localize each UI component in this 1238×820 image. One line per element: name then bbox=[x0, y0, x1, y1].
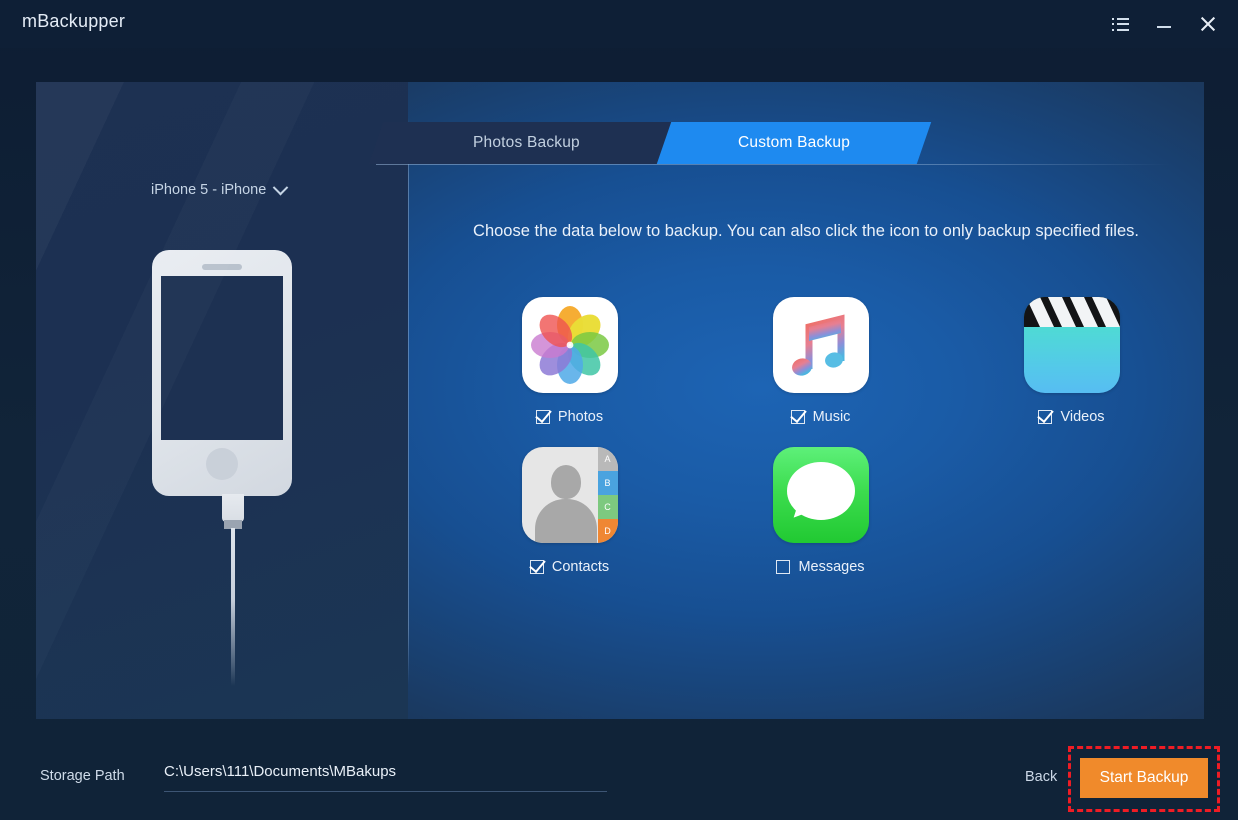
device-selector-label: iPhone 5 - iPhone bbox=[151, 182, 267, 198]
photos-icon[interactable] bbox=[521, 297, 618, 393]
backup-item-grid: Photos Music Videos A B C D Contacts Mes… bbox=[444, 297, 1204, 575]
checkbox-videos-box bbox=[1038, 410, 1053, 424]
backup-item-music: Music bbox=[695, 297, 946, 425]
videos-icon[interactable] bbox=[1023, 297, 1120, 393]
start-backup-button[interactable]: Start Backup bbox=[1080, 758, 1208, 798]
checkbox-contacts-box bbox=[529, 560, 544, 574]
checkbox-messages-label: Messages bbox=[798, 559, 865, 575]
tab-photos-backup[interactable]: Photos Backup bbox=[368, 122, 684, 164]
vertical-divider bbox=[408, 118, 409, 685]
checkbox-music-box bbox=[790, 410, 805, 424]
phone-speaker bbox=[202, 264, 242, 270]
photos-icon-pinwheel bbox=[530, 306, 609, 384]
device-column: iPhone 5 - iPhone bbox=[36, 82, 408, 719]
contacts-tab-b: B bbox=[597, 471, 618, 495]
checkbox-music[interactable]: Music bbox=[790, 409, 851, 425]
close-button[interactable] bbox=[1186, 0, 1230, 48]
contacts-icon-alpha-tabs: A B C D bbox=[597, 447, 618, 543]
clapper-stripes bbox=[1023, 297, 1120, 327]
iphone-illustration bbox=[152, 250, 292, 496]
minimize-button[interactable] bbox=[1142, 0, 1186, 48]
instruction-text: Choose the data below to backup. You can… bbox=[473, 222, 1139, 240]
phone-screen bbox=[161, 276, 283, 440]
tab-underline bbox=[376, 164, 1170, 165]
contacts-icon[interactable]: A B C D bbox=[521, 447, 618, 543]
cable-connector bbox=[222, 494, 244, 522]
tab-custom-backup[interactable]: Custom Backup bbox=[656, 122, 932, 164]
contacts-icon-head bbox=[550, 465, 581, 499]
checkbox-videos-label: Videos bbox=[1060, 409, 1105, 425]
minimize-icon bbox=[1157, 26, 1171, 28]
title-bar: mBackupper bbox=[0, 0, 1238, 48]
checkbox-photos-box bbox=[535, 410, 550, 424]
device-selector[interactable]: iPhone 5 - iPhone bbox=[151, 179, 289, 198]
tab-photos-backup-label: Photos Backup bbox=[472, 134, 580, 151]
app-title: mBackupper bbox=[22, 11, 126, 31]
tab-custom-backup-label: Custom Backup bbox=[737, 134, 850, 151]
messages-icon[interactable] bbox=[772, 447, 869, 543]
contacts-icon-body bbox=[534, 499, 597, 543]
checkbox-messages[interactable]: Messages bbox=[776, 559, 865, 575]
storage-path-value: C:\Users\111\Documents\MBakups bbox=[164, 763, 397, 780]
backup-item-photos: Photos bbox=[444, 297, 695, 425]
backup-item-videos: Videos bbox=[946, 297, 1197, 425]
app-window: mBackupper iPhone 5 - iPhone Photos Back… bbox=[0, 0, 1238, 820]
checkbox-contacts-label: Contacts bbox=[551, 559, 610, 575]
cable-wire bbox=[231, 528, 235, 686]
grid-row: A B C D Contacts Messages bbox=[444, 447, 1204, 575]
contacts-tab-a: A bbox=[597, 447, 618, 471]
checkbox-messages-box bbox=[776, 560, 791, 574]
close-icon bbox=[1200, 16, 1216, 32]
grid-spacer bbox=[946, 447, 1197, 575]
main-panel: iPhone 5 - iPhone Photos Backup Custom B… bbox=[36, 82, 1204, 719]
storage-path-label: Storage Path bbox=[40, 768, 125, 784]
storage-path-input[interactable]: C:\Users\111\Documents\MBakups bbox=[164, 763, 607, 792]
videos-icon-clapper bbox=[1023, 297, 1120, 327]
checkbox-contacts[interactable]: Contacts bbox=[529, 559, 610, 575]
tab-bar: Photos Backup Custom Backup bbox=[36, 82, 1204, 165]
contacts-tab-c: C bbox=[597, 495, 618, 519]
back-button[interactable]: Back bbox=[1025, 769, 1057, 785]
contacts-tab-d: D bbox=[597, 519, 618, 543]
menu-icon[interactable] bbox=[1098, 0, 1142, 48]
phone-home-button bbox=[206, 448, 238, 480]
checkbox-photos-label: Photos bbox=[557, 409, 604, 425]
checkbox-photos[interactable]: Photos bbox=[535, 409, 604, 425]
bottom-bar: Storage Path C:\Users\111\Documents\MBak… bbox=[0, 719, 1238, 820]
music-icon-note bbox=[791, 314, 844, 376]
backup-item-messages: Messages bbox=[695, 447, 946, 575]
checkbox-videos[interactable]: Videos bbox=[1038, 409, 1105, 425]
music-icon[interactable] bbox=[772, 297, 869, 393]
menu-icon-glyph bbox=[1111, 17, 1129, 31]
grid-row: Photos Music Videos bbox=[444, 297, 1204, 425]
window-controls bbox=[1098, 0, 1230, 48]
backup-item-contacts: A B C D Contacts bbox=[444, 447, 695, 575]
chevron-down-icon bbox=[273, 179, 289, 195]
messages-icon-bubble bbox=[786, 462, 855, 520]
checkbox-music-label: Music bbox=[812, 409, 851, 425]
